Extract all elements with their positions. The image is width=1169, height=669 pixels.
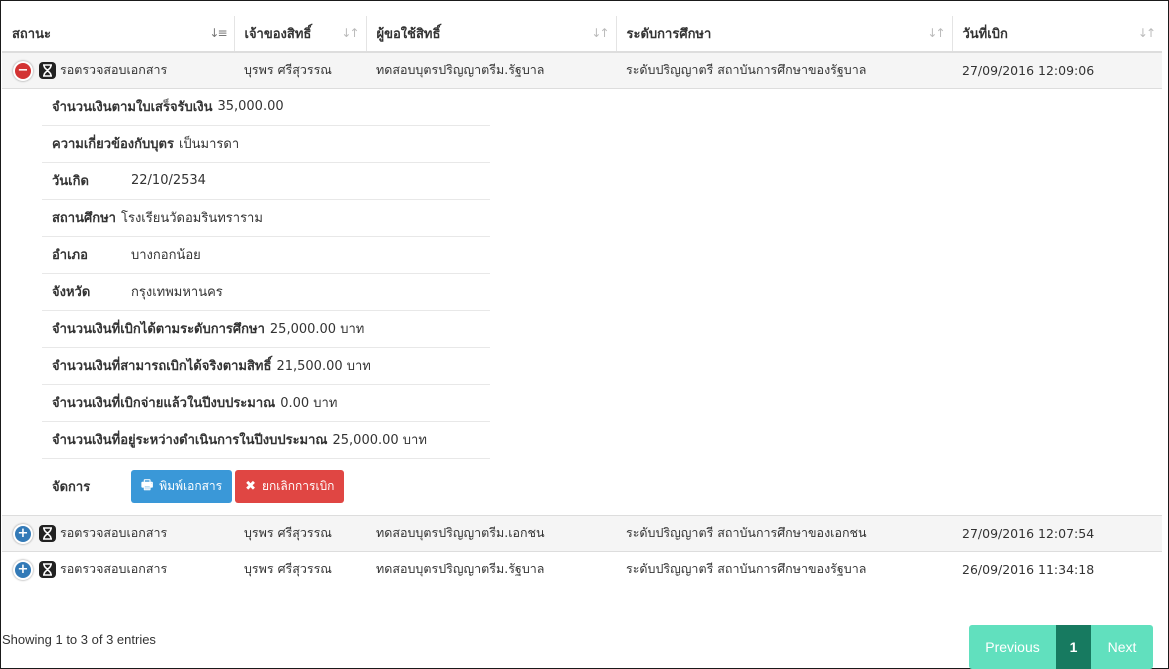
table-header-row: สถานะ ↓≡ เจ้าของสิทธิ์ ↓↑ ผู้ขอใช้สิทธิ์ ↓↑… — [2, 16, 1162, 53]
next-page-button[interactable]: Next — [1091, 625, 1153, 669]
claimant-cell: ทดสอบบุตรปริญญาตรีม.รัฐบาล — [366, 51, 616, 88]
manage-label: จัดการ — [52, 480, 91, 495]
detail-actions: จัดการ 🖶 พิมพ์เอกสาร ✖ ยกเลิกการเบิก — [42, 459, 490, 515]
claims-table: สถานะ ↓≡ เจ้าของสิทธิ์ ↓↑ ผู้ขอใช้สิทธิ์ ↓↑… — [2, 16, 1162, 587]
owner-cell: บุรพร ศรีสุวรรณ — [234, 51, 366, 88]
detail-label: อำเภอ — [52, 248, 88, 263]
column-header-claimant[interactable]: ผู้ขอใช้สิทธิ์ ↓↑ — [366, 16, 617, 53]
level-cell: ระดับปริญญาตรี สถาบันการศึกษาของรัฐบาล — [616, 51, 952, 88]
detail-amount-by-level: จำนวนเงินที่เบิกได้ตามระดับการศึกษา 25,00… — [42, 311, 490, 348]
collapse-row-icon[interactable]: − — [15, 62, 31, 79]
previous-page-button[interactable]: Previous — [969, 625, 1056, 669]
close-icon: ✖ — [245, 479, 256, 494]
hourglass-icon — [39, 525, 56, 542]
sort-icon: ↓↑ — [591, 26, 609, 40]
detail-label: จังหวัด — [52, 285, 91, 300]
detail-value: เป็นมารดา — [178, 137, 240, 152]
detail-label: จำนวนเงินตามใบเสร็จรับเงิน — [52, 100, 213, 115]
print-document-button[interactable]: 🖶 พิมพ์เอกสาร — [131, 470, 233, 503]
detail-label: จำนวนเงินที่เบิกได้ตามระดับการศึกษา — [52, 322, 265, 337]
hourglass-icon — [39, 62, 56, 80]
detail-value: โรงเรียนวัดอมรินทราราม — [120, 211, 263, 226]
column-header-owner[interactable]: เจ้าของสิทธิ์ ↓↑ — [234, 16, 367, 53]
table-info: Showing 1 to 3 of 3 entries — [2, 632, 156, 647]
sort-icon: ↓↑ — [927, 26, 945, 40]
status-text: รอตรวจสอบเอกสาร — [60, 561, 168, 577]
sort-icon: ↓↑ — [1137, 26, 1156, 40]
column-header-label: ผู้ขอใช้สิทธิ์ — [376, 27, 441, 42]
detail-receipt: จำนวนเงินตามใบเสร็จรับเงิน 35,000.00 — [42, 89, 490, 126]
detail-value: 25,000.00 บาท — [332, 433, 427, 448]
detail-value: 35,000.00 — [217, 99, 284, 114]
detail-label: จำนวนเงินที่สามารถเบิกได้จริงตามสิทธิ์ — [52, 359, 272, 374]
claimant-cell: ทดสอบบุตรปริญญาตรีม.รัฐบาล — [366, 550, 616, 587]
detail-amount-paid: จำนวนเงินที่เบิกจ่ายแล้วในปีงบประมาณ 0.00… — [42, 385, 490, 422]
status-cell: + รอตรวจสอบเอกสาร — [2, 550, 234, 587]
expand-row-icon[interactable]: + — [15, 561, 31, 578]
cancel-button-label: ยกเลิกการเบิก — [262, 479, 335, 493]
detail-label: จำนวนเงินที่อยู่ระหว่างดำเนินการในปีงบปร… — [52, 433, 328, 448]
claimant-cell: ทดสอบบุตรปริญญาตรีม.เอกชน — [366, 514, 616, 551]
detail-school: สถานศึกษา โรงเรียนวัดอมรินทราราม — [42, 200, 490, 237]
date-cell: 27/09/2016 12:09:06 — [952, 51, 1162, 88]
detail-amount-pending: จำนวนเงินที่อยู่ระหว่างดำเนินการในปีงบปร… — [42, 422, 490, 459]
detail-value: 0.00 บาท — [280, 396, 338, 411]
detail-label: จำนวนเงินที่เบิกจ่ายแล้วในปีงบประมาณ — [52, 396, 276, 411]
owner-cell: บุรพร ศรีสุวรรณ — [234, 514, 366, 551]
column-header-label: สถานะ — [12, 27, 51, 42]
table-row[interactable]: + รอตรวจสอบเอกสาร บุรพร ศรีสุวรรณ ทดสอบบุ… — [2, 550, 1162, 587]
status-text: รอตรวจสอบเอกสาร — [60, 525, 168, 540]
table-row[interactable]: + รอตรวจสอบเอกสาร บุรพร ศรีสุวรรณ ทดสอบบุ… — [2, 514, 1162, 551]
date-cell: 26/09/2016 11:34:18 — [952, 550, 1162, 587]
page-1-button[interactable]: 1 — [1056, 625, 1091, 669]
detail-value: 25,000.00 บาท — [269, 322, 365, 337]
status-text: รอตรวจสอบเอกสาร — [60, 62, 168, 78]
detail-value: 22/10/2534 — [131, 173, 206, 188]
print-button-label: พิมพ์เอกสาร — [159, 479, 223, 493]
printer-icon: 🖶 — [141, 477, 154, 493]
detail-relation: ความเกี่ยวข้องกับบุตร เป็นมารดา — [42, 126, 490, 163]
detail-province: จังหวัด กรุงเทพมหานคร — [42, 274, 490, 311]
detail-label: ความเกี่ยวข้องกับบุตร — [52, 137, 174, 152]
owner-cell: บุรพร ศรีสุวรรณ — [234, 550, 366, 587]
sort-icon: ↓↑ — [341, 26, 359, 40]
detail-value: กรุงเทพมหานคร — [131, 285, 223, 300]
cancel-claim-button[interactable]: ✖ ยกเลิกการเบิก — [235, 470, 345, 503]
column-header-date[interactable]: วันที่เบิก ↓↑ — [952, 16, 1162, 53]
detail-value: บางกอกน้อย — [131, 248, 201, 263]
detail-value: 21,500.00 บาท — [276, 359, 371, 374]
detail-label: วันเกิด — [52, 174, 89, 189]
detail-row: จำนวนเงินตามใบเสร็จรับเงิน 35,000.00 ความ… — [2, 87, 1162, 515]
status-cell: − รอตรวจสอบเอกสาร — [2, 51, 234, 88]
level-cell: ระดับปริญญาตรี สถาบันการศึกษาของรัฐบาล — [616, 550, 952, 587]
column-header-label: วันที่เบิก — [962, 27, 1008, 42]
status-cell: + รอตรวจสอบเอกสาร — [2, 514, 234, 551]
detail-birthdate: วันเกิด 22/10/2534 — [42, 163, 490, 200]
detail-district: อำเภอ บางกอกน้อย — [42, 237, 490, 274]
pagination: Previous 1 Next — [969, 625, 1153, 669]
column-header-level[interactable]: ระดับการศึกษา ↓↑ — [616, 16, 953, 53]
column-header-label: ระดับการศึกษา — [626, 27, 712, 42]
hourglass-icon — [39, 561, 56, 579]
date-cell: 27/09/2016 12:07:54 — [952, 514, 1162, 551]
detail-amount-actual: จำนวนเงินที่สามารถเบิกได้จริงตามสิทธิ์ 21… — [42, 348, 490, 385]
sort-asc-icon: ↓≡ — [209, 26, 227, 40]
detail-list: จำนวนเงินตามใบเสร็จรับเงิน 35,000.00 ความ… — [42, 89, 490, 515]
expand-row-icon[interactable]: + — [15, 525, 31, 542]
column-header-status[interactable]: สถานะ ↓≡ — [2, 16, 235, 53]
detail-label: สถานศึกษา — [52, 211, 116, 226]
table-row[interactable]: − รอตรวจสอบเอกสาร บุรพร ศรีสุวรรณ ทดสอบบุ… — [2, 51, 1162, 88]
detail-cell: จำนวนเงินตามใบเสร็จรับเงิน 35,000.00 ความ… — [2, 87, 1162, 515]
level-cell: ระดับปริญญาตรี สถาบันการศึกษาของเอกชน — [616, 514, 952, 551]
column-header-label: เจ้าของสิทธิ์ — [244, 27, 312, 42]
